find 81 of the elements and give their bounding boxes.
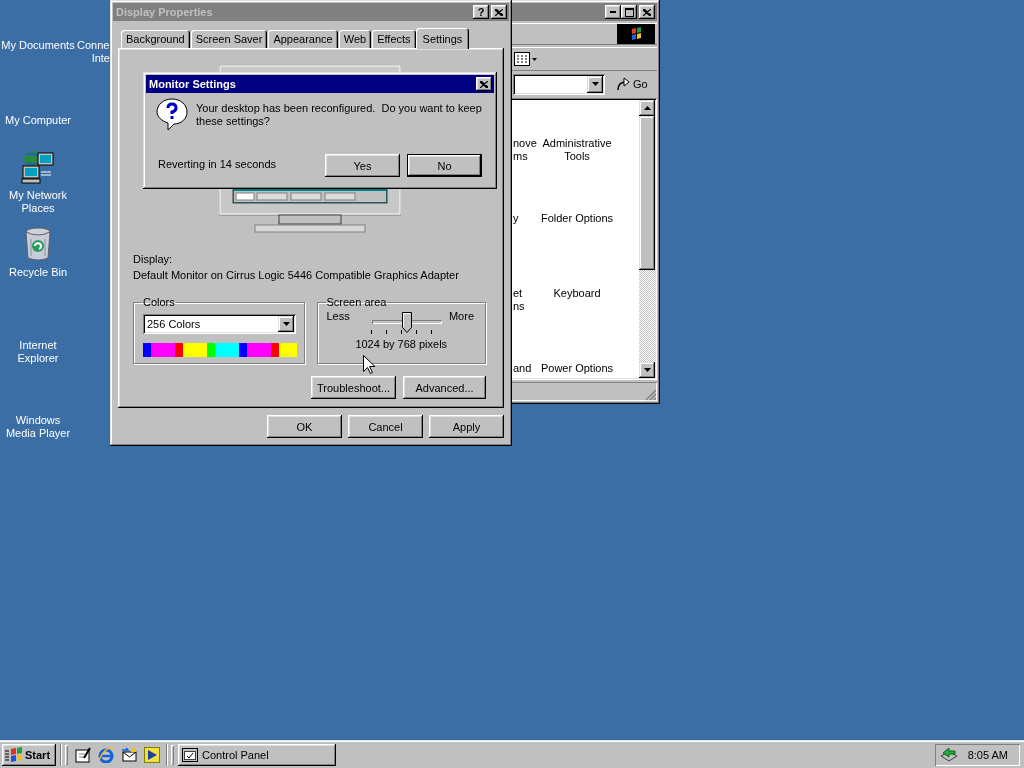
minimize-icon (610, 11, 616, 13)
resolution-reading: 1024 by 768 pixels (354, 338, 449, 351)
dropdown-arrow-icon (282, 322, 290, 326)
window-title: Display Properties (116, 6, 214, 18)
window-title: Monitor Settings (149, 78, 237, 90)
icon-label[interactable]: My Network Places (0, 189, 76, 215)
scroll-down-button[interactable] (639, 362, 655, 378)
go-arrow-icon (615, 76, 631, 92)
display-label: Display: (133, 253, 174, 266)
item-label[interactable]: ns (513, 300, 525, 313)
tab[interactable]: Background (121, 30, 190, 48)
slider[interactable] (371, 312, 442, 334)
item-label[interactable]: ms (513, 150, 528, 163)
tab[interactable]: Settings (415, 28, 470, 49)
maximize-button[interactable] (621, 5, 637, 19)
cancel-button[interactable]: Cancel (348, 415, 423, 438)
close-icon (480, 80, 488, 88)
scrollbar-thumb[interactable] (639, 116, 655, 270)
countdown-text: Reverting in 14 seconds (158, 157, 277, 170)
display-name: Default Monitor on Cirrus Logic 5446 Compatible Graphics Adapter (133, 269, 460, 282)
dialog-message: Your desktop has been reconfigured. Do you want to keep these settings? (196, 102, 482, 128)
advanced-button[interactable]: Advanced... (403, 376, 486, 399)
question-icon (155, 97, 189, 131)
mail-icon[interactable] (121, 747, 137, 763)
network-computers-icon (21, 150, 55, 184)
group-label: Colors (142, 296, 176, 309)
close-button[interactable] (476, 77, 492, 91)
address-field[interactable] (513, 73, 605, 95)
item-label[interactable]: y (513, 212, 519, 225)
views-icon[interactable] (514, 52, 537, 66)
close-button[interactable] (639, 5, 655, 19)
window-icon (182, 748, 198, 762)
recycle-bin-icon (23, 227, 53, 261)
cursor-icon (363, 355, 375, 374)
group-label: Screen area (325, 296, 388, 309)
icon-label[interactable]: Internet Explorer (0, 339, 76, 365)
colors-dropdown[interactable]: 256 Colors (143, 314, 296, 334)
taskbar-button[interactable]: Control Panel (178, 744, 336, 766)
down-arrow-icon (643, 368, 651, 372)
flag-icon (5, 747, 23, 763)
troubleshoot-button[interactable]: Troubleshoot... (311, 376, 396, 399)
item-label[interactable]: nove (513, 137, 537, 150)
apply-button[interactable]: Apply (429, 415, 504, 438)
network-icon[interactable] (940, 747, 958, 763)
item-label[interactable]: and (513, 362, 532, 375)
close-icon (495, 8, 503, 16)
item-label[interactable]: Folder Options (540, 212, 614, 225)
help-button[interactable]: ? (473, 5, 489, 19)
resize-grip-icon[interactable] (645, 389, 657, 401)
desktop-icon[interactable] (75, 747, 91, 763)
tab[interactable]: Appearance (268, 30, 338, 48)
play-icon[interactable] (144, 747, 160, 763)
tab[interactable]: Web (338, 30, 372, 48)
dropdown-arrow-icon (591, 82, 599, 86)
ok-button[interactable]: OK (267, 415, 342, 438)
clock[interactable]: 8:05 AM (967, 749, 1008, 761)
close-button[interactable] (491, 5, 507, 19)
yes-button[interactable]: Yes (325, 154, 400, 177)
icon-label[interactable]: My Documents (1, 39, 75, 52)
scroll-up-button[interactable] (639, 100, 655, 116)
item-label[interactable]: Power Options (540, 362, 614, 375)
icon-label[interactable]: My Computer (5, 114, 71, 127)
item-label[interactable]: et (513, 287, 523, 300)
no-button[interactable]: No (407, 154, 482, 177)
slider-min-label: Less (326, 310, 350, 323)
tab[interactable]: Effects (372, 30, 416, 48)
item-label[interactable]: Keyboard (553, 287, 601, 300)
icon-label[interactable]: Conne (77, 39, 110, 52)
start-button[interactable]: Start (2, 744, 56, 766)
browser-icon[interactable] (98, 747, 114, 763)
icon-label[interactable]: Recycle Bin (8, 266, 68, 279)
tab[interactable]: Screen Saver (190, 30, 268, 48)
slider-thumb[interactable] (401, 312, 412, 333)
minimize-button[interactable] (605, 5, 621, 19)
maximize-icon (624, 7, 634, 17)
icon-label[interactable]: Windows Media Player (0, 414, 76, 440)
slider-max-label: More (448, 310, 474, 323)
up-arrow-icon (643, 106, 651, 110)
icon-label[interactable]: Inte (91, 52, 110, 65)
close-icon (643, 8, 651, 16)
logo-icon (617, 24, 655, 44)
